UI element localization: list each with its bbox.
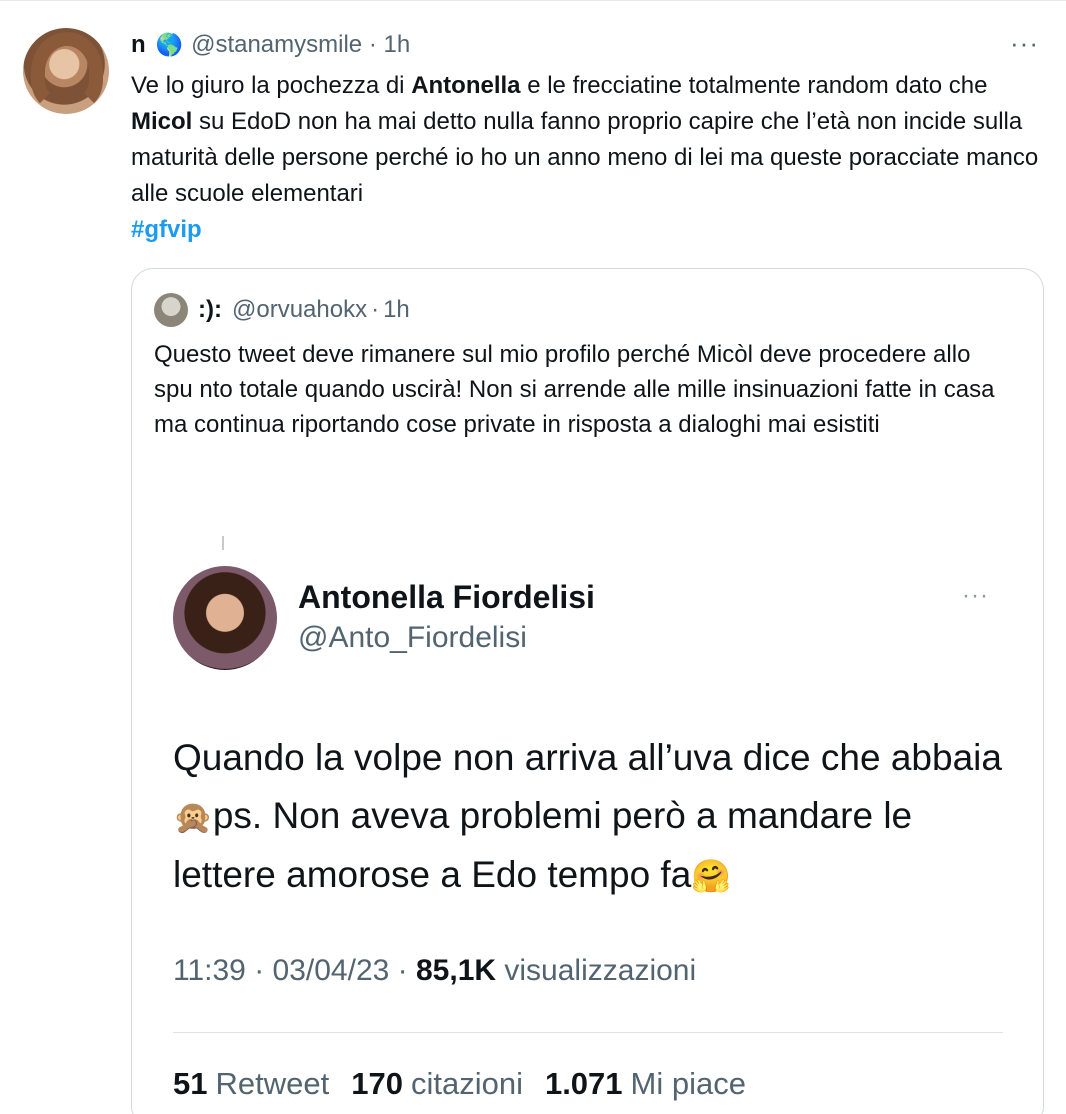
image-artifact	[222, 536, 224, 550]
screenshot-avatar	[173, 566, 277, 670]
screenshot-time: 11:39	[173, 954, 246, 987]
likes-count: 1.071	[544, 1066, 623, 1101]
text-segment: e le frecciatine totalmente random dato …	[520, 72, 988, 99]
screenshot-divider	[173, 1032, 1003, 1033]
text-bold-micol: Micol	[131, 108, 193, 135]
screenshot-text-segment: Quando la volpe non arriva all’uva dice …	[173, 737, 1002, 778]
screenshot-more-icon: ···	[962, 582, 989, 609]
screenshot-text-segment: ps. Non aveva problemi però a mandare le…	[173, 795, 913, 895]
screenshot-views-label: visualizzazioni	[504, 954, 697, 987]
screenshot-retweets: 51 Retweet	[173, 1066, 329, 1102]
screenshot-quotes: 170 citazioni	[351, 1066, 523, 1102]
speak-no-evil-monkey-icon: 🙊	[173, 798, 213, 836]
hugging-face-icon: 🤗	[691, 857, 732, 895]
quoted-author-handle: @orvuahokx	[231, 296, 368, 323]
screenshot-stats: 51 Retweet 170 citazioni 1.071 Mi piace	[173, 1066, 746, 1102]
screenshot-author-handle: @Anto_Fiordelisi	[298, 621, 527, 654]
text-segment: su EdoD non ha mai detto nulla fanno pro…	[131, 108, 1039, 207]
text-bold-antonella: Antonella	[411, 72, 521, 99]
globe-icon: 🌎	[155, 32, 184, 57]
quotes-label: citazioni	[410, 1066, 523, 1101]
quoted-tweet-header: :): @orvuahokx · 1h	[154, 293, 410, 327]
tweet-header: n 🌎 @stanamysmile · 1h	[131, 30, 410, 60]
retweets-count: 51	[173, 1066, 208, 1101]
author-name[interactable]: n	[131, 31, 146, 59]
screenshot-author-name: Antonella Fiordelisi	[298, 579, 595, 615]
attached-screenshot-image[interactable]: Antonella Fiordelisi @Anto_Fiordelisi ··…	[132, 524, 1043, 1114]
text-segment: Ve lo giuro la pochezza di	[131, 72, 412, 99]
tweet-text: Ve lo giuro la pochezza di Antonella e l…	[131, 68, 1046, 248]
separator-dot: ·	[362, 31, 384, 58]
quoted-tweet-time: 1h	[383, 296, 410, 323]
tweet-time[interactable]: 1h	[383, 31, 410, 59]
quoted-author-name: :):	[198, 296, 222, 323]
quoted-tweet[interactable]: :): @orvuahokx · 1h Questo tweet deve ri…	[131, 268, 1044, 1114]
author-handle[interactable]: @stanamysmile	[191, 31, 362, 59]
screenshot-views-count: 85,1K	[415, 954, 497, 987]
top-divider	[0, 0, 1066, 1]
screenshot-tweet-text: Quando la volpe non arriva all’uva dice …	[173, 729, 1013, 905]
screenshot-date: 03/04/23	[272, 954, 390, 987]
separator-dot: ·	[371, 296, 380, 323]
quotes-count: 170	[351, 1066, 403, 1101]
screenshot-meta: 11:39 · 03/04/23 · 85,1K visualizzazioni	[173, 954, 697, 987]
more-options-icon[interactable]: ···	[1010, 28, 1039, 59]
author-avatar[interactable]	[23, 28, 109, 114]
quoted-tweet-text: Questo tweet deve rimanere sul mio profi…	[154, 341, 995, 438]
retweets-label: Retweet	[215, 1066, 330, 1101]
likes-label: Mi piace	[630, 1066, 746, 1101]
quoted-author-avatar	[154, 293, 188, 327]
screenshot-likes: 1.071 Mi piace	[545, 1066, 746, 1102]
hashtag-link[interactable]: #gfvip	[131, 212, 1046, 248]
